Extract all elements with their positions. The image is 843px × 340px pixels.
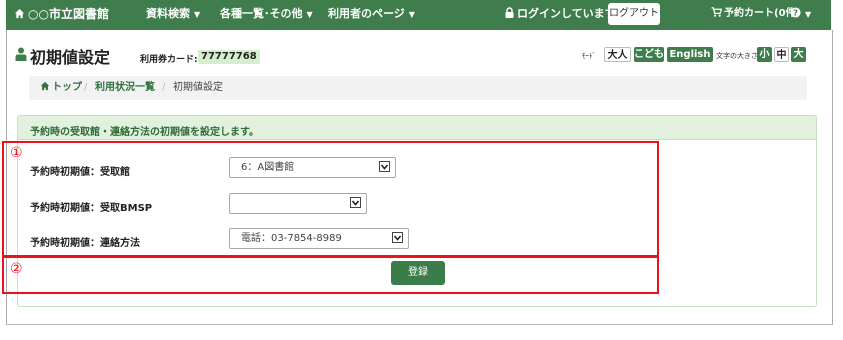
caret-down-icon: ▼ bbox=[306, 10, 313, 19]
nav-menu-label: 資料検索 bbox=[146, 7, 190, 20]
nav-menu-user-page[interactable]: 利用者のページ ▼ bbox=[328, 0, 415, 30]
top-navbar: ○○市立図書館 資料検索 ▼ 各種一覧･その他 ▼ 利用者のページ ▼ ログインしてい… bbox=[6, 0, 831, 30]
caret-down-icon: ▼ bbox=[805, 10, 812, 19]
breadcrumb-home[interactable]: トップ bbox=[40, 76, 82, 100]
font-size-label: 文字の大きさ bbox=[716, 52, 758, 60]
login-status-text: ログインしています bbox=[517, 7, 616, 20]
mode-label: ﾓｰﾄﾞ bbox=[582, 52, 596, 60]
nav-menu-label: 各種一覧･その他 bbox=[220, 7, 303, 20]
cart-label: 予約カート(0件) bbox=[724, 8, 801, 19]
breadcrumb-home-label: トップ bbox=[52, 82, 82, 93]
font-size-small-button[interactable]: 小 bbox=[757, 47, 772, 62]
caret-down-icon: ▼ bbox=[408, 10, 415, 19]
cart-icon bbox=[711, 7, 723, 17]
annotation-box-1 bbox=[2, 141, 659, 257]
font-size-large-button[interactable]: 大 bbox=[791, 47, 806, 62]
caret-down-icon: ▼ bbox=[194, 10, 201, 19]
page-title: 初期値設定 bbox=[30, 48, 111, 67]
breadcrumb-separator: / bbox=[162, 82, 166, 93]
breadcrumb-separator: / bbox=[84, 82, 88, 93]
home-icon bbox=[40, 81, 50, 91]
lock-icon bbox=[505, 7, 514, 18]
user-icon bbox=[15, 47, 27, 61]
breadcrumb-current: 初期値設定 bbox=[173, 82, 223, 93]
reservation-cart-link[interactable]: 予約カート(0件) bbox=[711, 0, 800, 30]
panel-heading: 予約時の受取館・連絡方法の初期値を設定します。 bbox=[30, 127, 259, 138]
breadcrumb-usage-list[interactable]: 利用状況一覧 bbox=[95, 76, 155, 100]
card-label: 利用券カード: bbox=[140, 55, 198, 65]
mode-adult-button[interactable]: 大人 bbox=[604, 47, 631, 62]
help-menu[interactable]: ? ▼ bbox=[790, 0, 811, 30]
login-status: ログインしています bbox=[505, 0, 616, 30]
library-name: ○○市立図書館 bbox=[28, 7, 109, 21]
nav-menu-label: 利用者のページ bbox=[328, 7, 405, 20]
svg-text:?: ? bbox=[793, 7, 798, 17]
help-icon: ? bbox=[790, 7, 801, 18]
annotation-marker-1: ① bbox=[10, 145, 23, 161]
mode-kids-button[interactable]: こども bbox=[634, 47, 664, 62]
mode-english-button[interactable]: English bbox=[667, 47, 713, 62]
content-frame-bottom bbox=[6, 324, 832, 325]
nav-menu-search[interactable]: 資料検索 ▼ bbox=[146, 0, 200, 30]
font-size-medium-button[interactable]: 中 bbox=[774, 47, 789, 62]
home-icon bbox=[14, 8, 25, 19]
nav-menu-lists[interactable]: 各種一覧･その他 ▼ bbox=[220, 0, 313, 30]
home-link[interactable]: ○○市立図書館 bbox=[14, 0, 109, 30]
annotation-marker-2: ② bbox=[10, 261, 23, 277]
annotation-box-2 bbox=[2, 256, 659, 294]
breadcrumb: トップ / 利用状況一覧 / 初期値設定 bbox=[29, 76, 807, 100]
logout-button[interactable]: ログアウト bbox=[608, 3, 660, 25]
card-number: 77777768 bbox=[198, 50, 260, 64]
